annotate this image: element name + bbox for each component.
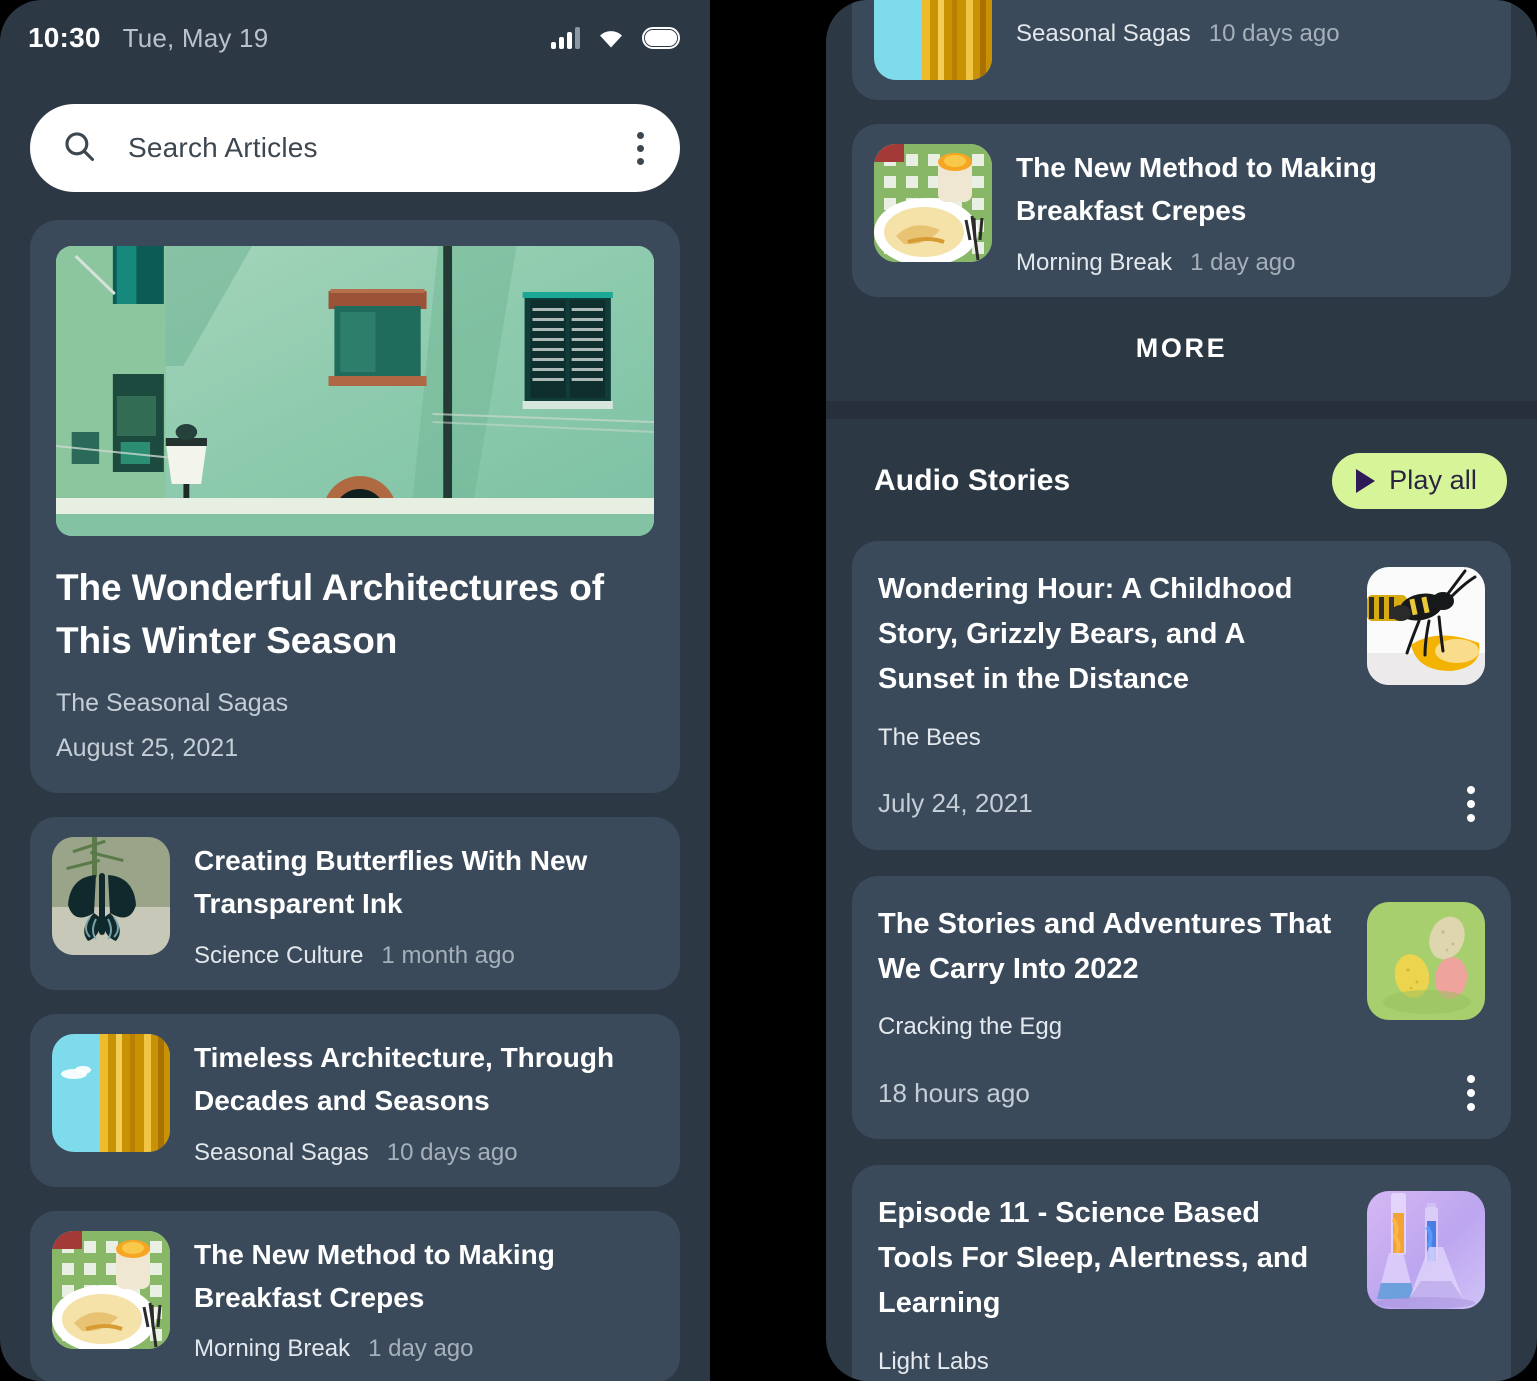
crepes-thumb [874, 144, 992, 262]
audio-story-card[interactable]: Episode 11 - Science Based Tools For Sle… [852, 1165, 1511, 1381]
article-meta: Science Culture 1 month ago [194, 942, 658, 970]
play-triangle-icon [1356, 468, 1376, 493]
audio-story-card[interactable]: The Stories and Adventures That We Carry… [852, 875, 1511, 1140]
hero-title: The Wonderful Architectures of This Wint… [56, 567, 604, 661]
article-title: The New Method to Making Breakfast Crepe… [1016, 152, 1377, 227]
play-all-button[interactable]: Play all [1332, 452, 1507, 509]
article-meta: Morning Break 1 day ago [1016, 249, 1489, 277]
status-bar-date: Tue, May 19 [122, 22, 269, 53]
lab-flasks-thumb [1367, 1191, 1485, 1310]
article-list-item[interactable]: Creating Butterflies With New Transparen… [30, 817, 680, 990]
crepes-thumb [52, 1230, 170, 1349]
hero-date: August 25, 2021 [56, 734, 239, 763]
hero-source: The Seasonal Sagas [56, 689, 289, 718]
screenshot-stage: 10:30 Tue, May 19 Search Articles The Wo… [0, 0, 1537, 1381]
audio-story-title: Episode 11 - Science Based Tools For Sle… [878, 1197, 1309, 1320]
audio-story-card[interactable]: Wondering Hour: A Childhood Story, Grizz… [852, 540, 1511, 850]
gold-column-thumb [52, 1033, 170, 1152]
hero-image [56, 246, 654, 536]
article-time: 1 day ago [368, 1335, 474, 1363]
audio-story-source: The Bees [878, 723, 981, 751]
left-phone-panel: 10:30 Tue, May 19 Search Articles The Wo… [0, 0, 710, 1381]
wifi-icon [597, 27, 625, 49]
butterfly-thumb [52, 837, 170, 956]
article-list-item[interactable]: The New Method to Making Breakfast Crepe… [852, 124, 1511, 297]
kebab-menu-icon[interactable] [1457, 1071, 1485, 1115]
eggs-thumb [1367, 901, 1485, 1020]
status-bar: 10:30 Tue, May 19 [0, 0, 710, 76]
article-meta: Morning Break 1 day ago [194, 1335, 658, 1363]
play-all-label: Play all [1389, 465, 1477, 496]
audio-stories-header: Audio Stories Play all [826, 419, 1537, 515]
section-divider [826, 400, 1537, 419]
article-list-item[interactable]: Timeless Architecture, Through Decades a… [30, 1013, 680, 1187]
status-bar-icons [551, 27, 680, 49]
article-meta: Seasonal Sagas 10 days ago [1016, 20, 1489, 48]
article-meta: Seasonal Sagas 10 days ago [194, 1139, 658, 1167]
article-list-item[interactable]: The New Method to Making Breakfast Crepe… [30, 1210, 680, 1381]
search-bar[interactable]: Search Articles [30, 104, 680, 192]
audio-story-date: 18 hours ago [878, 1077, 1030, 1108]
gold-column-thumb [874, 0, 992, 80]
hero-article-card[interactable]: The Wonderful Architectures of This Wint… [30, 220, 680, 794]
battery-icon [642, 27, 680, 49]
signal-icon [551, 27, 580, 49]
kebab-menu-icon[interactable] [1457, 782, 1485, 826]
article-source: Science Culture [194, 941, 364, 969]
wasp-thumb [1367, 566, 1485, 685]
more-button[interactable]: MORE [826, 297, 1537, 401]
audio-story-title: The Stories and Adventures That We Carry… [878, 907, 1332, 985]
article-title: The New Method to Making Breakfast Crepe… [194, 1238, 555, 1314]
article-title: Timeless Architecture, Through Decades a… [194, 1041, 615, 1117]
article-list-item[interactable]: Seasonal Sagas 10 days ago [852, 0, 1511, 100]
more-button-label: MORE [1135, 333, 1228, 364]
audio-story-source: Light Labs [878, 1348, 989, 1376]
article-source: Morning Break [1016, 248, 1173, 276]
right-phone-panel: Seasonal Sagas 10 days ago The New Metho… [826, 0, 1537, 1381]
article-source: Morning Break [194, 1335, 351, 1363]
kebab-menu-icon[interactable] [626, 126, 654, 171]
article-time: 1 day ago [1190, 248, 1296, 276]
audio-story-title: Wondering Hour: A Childhood Story, Grizz… [878, 572, 1293, 695]
article-time: 10 days ago [386, 1138, 518, 1166]
article-time: 10 days ago [1208, 20, 1340, 47]
audio-story-source: Cracking the Egg [878, 1013, 1063, 1041]
status-bar-time: 10:30 [28, 22, 101, 53]
audio-story-date: July 24, 2021 [878, 788, 1033, 819]
search-input[interactable]: Search Articles [128, 132, 626, 164]
search-icon [62, 129, 96, 168]
audio-stories-title: Audio Stories [874, 463, 1071, 497]
article-source: Seasonal Sagas [194, 1138, 369, 1166]
article-title: Creating Butterflies With New Transparen… [194, 845, 588, 920]
article-source: Seasonal Sagas [1016, 20, 1191, 47]
article-time: 1 month ago [381, 941, 515, 969]
